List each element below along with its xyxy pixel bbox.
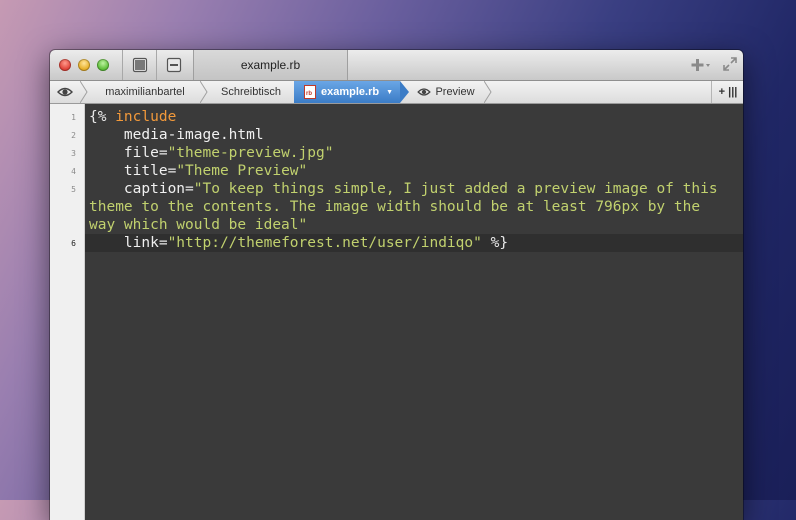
line-number: 1	[71, 113, 76, 122]
add-split-button[interactable]: + |||	[711, 81, 743, 103]
crumb-preview-label: Preview	[435, 86, 475, 98]
attr-value: "Theme Preview"	[176, 163, 308, 179]
code-line: caption="To keep things simple, I just a…	[89, 180, 741, 198]
add-split-label: + |||	[718, 86, 738, 98]
code-line: title="Theme Preview"	[89, 162, 741, 180]
crumb-preview[interactable]: Preview	[410, 81, 482, 103]
title-bar: example.rb	[50, 50, 743, 81]
crumb-separator	[80, 81, 88, 103]
new-tab-button[interactable]	[690, 56, 712, 74]
editor-window: example.rb maximilianbartel Schreibtisch…	[50, 50, 743, 520]
code-line-current: link="http://themeforest.net/user/indiqo…	[89, 234, 741, 252]
preview-eye-icon	[417, 88, 432, 96]
code-editor[interactable]: 1 2 3 4 5 6 {% include media-image.html …	[50, 104, 743, 520]
tag-open: {%	[89, 109, 107, 125]
attr-value: "To keep things simple, I just added a p…	[193, 181, 718, 197]
tab-example-rb[interactable]: example.rb	[193, 50, 348, 80]
tag-close: %}	[481, 235, 509, 251]
line-number: 3	[71, 149, 76, 158]
line-number: 2	[71, 131, 76, 140]
keyword: include	[106, 109, 177, 125]
line-number: 5	[71, 185, 76, 194]
attr-key: caption	[89, 181, 186, 197]
path-bar: maximilianbartel Schreibtisch rb example…	[50, 81, 743, 104]
visibility-toggle[interactable]	[50, 81, 80, 103]
line-number-gutter: 1 2 3 4 5 6	[50, 104, 85, 520]
zoom-window-button[interactable]	[97, 59, 109, 71]
attr-key: title	[89, 163, 168, 179]
attr-eq: =	[158, 145, 168, 161]
code-line-wrap: way which would be ideal"	[89, 216, 741, 234]
fullscreen-button[interactable]	[722, 56, 738, 72]
attr-eq: =	[158, 235, 168, 251]
crumb-separator-active	[400, 81, 409, 103]
tab-title: example.rb	[240, 58, 301, 72]
code-line-wrap: theme to the contents. The image width s…	[89, 198, 741, 216]
code-text[interactable]: {% include media-image.html file="theme-…	[89, 108, 741, 252]
code-line: media-image.html	[89, 126, 741, 144]
minimize-window-button[interactable]	[78, 59, 90, 71]
svg-text:rb: rb	[306, 91, 312, 97]
attr-value: "http://themeforest.net/user/indiqo"	[167, 235, 482, 251]
toggle-sidebar-button[interactable]	[122, 50, 157, 80]
attr-key: file	[89, 145, 159, 161]
ruby-file-icon: rb	[304, 85, 316, 99]
plus-icon	[691, 59, 710, 71]
panel-icon	[166, 57, 182, 73]
line-number: 4	[71, 167, 76, 176]
crumb-desktop-label: Schreibtisch	[221, 86, 281, 98]
toggle-panel-button[interactable]	[156, 50, 191, 80]
eye-icon	[57, 87, 73, 97]
attr-value-wrap: theme to the contents. The image width s…	[89, 199, 701, 215]
chevron-down-icon: ▼	[386, 88, 394, 96]
code-line: {% include	[89, 108, 741, 126]
attr-key: link	[89, 235, 159, 251]
crumb-file-label: example.rb	[321, 86, 380, 98]
attr-eq: =	[167, 163, 177, 179]
fullscreen-icon	[723, 57, 737, 71]
crumb-file-active[interactable]: rb example.rb ▼	[294, 81, 400, 103]
include-target: media-image.html	[89, 127, 264, 143]
code-line: file="theme-preview.jpg"	[89, 144, 741, 162]
attr-eq: =	[185, 181, 194, 197]
crumb-user[interactable]: maximilianbartel	[90, 81, 200, 103]
crumb-separator	[200, 81, 208, 103]
crumb-user-label: maximilianbartel	[105, 86, 185, 98]
close-window-button[interactable]	[59, 59, 71, 71]
crumb-desktop[interactable]: Schreibtisch	[210, 81, 292, 103]
attr-value: "theme-preview.jpg"	[167, 145, 334, 161]
attr-value-wrap: way which would be ideal"	[89, 217, 308, 233]
line-number-current: 6	[71, 239, 76, 248]
sidebar-icon	[132, 57, 148, 73]
crumb-separator	[484, 81, 492, 103]
